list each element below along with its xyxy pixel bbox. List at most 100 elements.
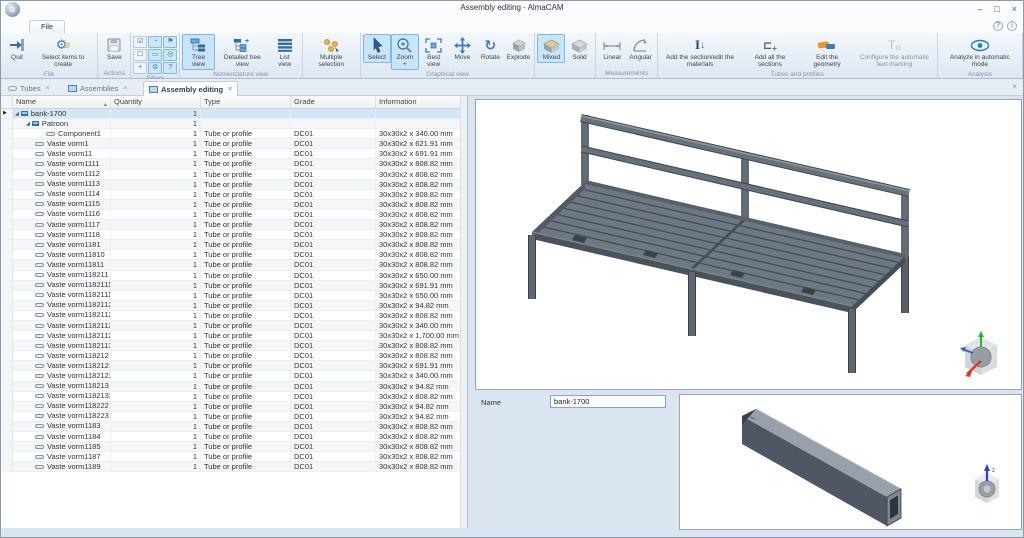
angular-measure-button[interactable]: Angular — [626, 34, 654, 63]
table-scrollbar[interactable] — [460, 96, 467, 528]
table-row[interactable]: Vaste vorm118211241Tube or profileDC0130… — [1, 331, 461, 341]
select-button[interactable]: Select — [363, 34, 391, 63]
analyze-automatic-button[interactable]: Analyze in automatic mode — [940, 34, 1020, 70]
tab-close-icon[interactable]: × — [228, 86, 232, 93]
select-items-to-create-button[interactable]: ⚙⚙ Select items to create — [31, 34, 95, 70]
zoom-plus-button[interactable]: Zoom + — [391, 34, 419, 70]
table-row[interactable]: Vaste vorm11821121Tube or profileDC0130x… — [1, 301, 461, 311]
table-row[interactable]: Vaste vorm11161Tube or profileDC0130x30x… — [1, 210, 461, 220]
row-gutter — [1, 371, 13, 381]
column-header-name[interactable]: Name ▲ — [13, 96, 111, 108]
table-row[interactable]: Vaste vorm11821111Tube or profileDC0130x… — [1, 281, 461, 291]
tab-close-icon[interactable]: × — [123, 85, 127, 92]
multiple-selection-button[interactable]: Multiple selection — [305, 34, 358, 70]
filter-toggle[interactable]: ? — [163, 62, 177, 74]
column-header-grade[interactable]: Grade — [291, 96, 376, 108]
filter-toggle[interactable]: ◔ — [148, 36, 162, 48]
table-row[interactable]: Vaste vorm11Tube or profileDC0130x30x2 x… — [1, 139, 461, 149]
table-row[interactable]: Vaste vorm11851Tube or profileDC0130x30x… — [1, 442, 461, 452]
expander-icon[interactable]: ◢ — [15, 109, 19, 119]
section-material-icon: I ↓ — [695, 36, 705, 54]
doc-tab-assembly-editing[interactable]: Assembly editing × — [143, 81, 238, 96]
rotate-button[interactable]: ↻ Rotate — [476, 34, 504, 63]
table-row[interactable]: Vaste vorm11821321Tube or profileDC0130x… — [1, 392, 461, 402]
table-row[interactable]: Vaste vorm11131Tube or profileDC0130x30x… — [1, 180, 461, 190]
cell-type: Tube or profile — [201, 180, 291, 190]
maximize-button[interactable]: □ — [994, 2, 999, 16]
help-button[interactable]: ? — [993, 21, 1003, 31]
tab-file[interactable]: File — [29, 20, 65, 33]
group-label-file: File — [3, 70, 95, 79]
list-view-button[interactable]: List view — [270, 34, 300, 70]
table-row[interactable]: Vaste vorm11171Tube or profileDC0130x30x… — [1, 220, 461, 230]
table-row[interactable]: ▶◢bank-17001 — [1, 109, 461, 119]
cell-grade: DC01 — [291, 462, 376, 472]
edit-geometry-button[interactable]: Edit the geometry — [800, 34, 855, 70]
move-button[interactable]: Move — [448, 34, 476, 63]
table-row[interactable]: ◢Patroon1 — [1, 119, 461, 129]
table-row[interactable]: Vaste vorm1182111Tube or profileDC0130x3… — [1, 271, 461, 281]
add-section-button[interactable]: I ↓ Add the section/edit the materials — [660, 34, 740, 70]
column-header-type[interactable]: Type — [201, 96, 291, 108]
save-button[interactable]: Save — [100, 34, 128, 63]
table-row[interactable]: Vaste vorm11821211Tube or profileDC0130x… — [1, 361, 461, 371]
cell-information: 30x30x2 x 808.82 mm — [376, 392, 461, 402]
mixed-button[interactable]: Mixed — [537, 34, 565, 63]
table-row[interactable]: Vaste vorm11111Tube or profileDC0130x30x… — [1, 159, 461, 169]
table-row[interactable]: Vaste vorm11141Tube or profileDC0130x30x… — [1, 190, 461, 200]
orientation-cube-widget[interactable]: z — [969, 463, 1005, 509]
table-row[interactable]: Vaste vorm1182131Tube or profileDC0130x3… — [1, 382, 461, 392]
table-row[interactable]: Vaste vorm1182231Tube or profileDC0130x3… — [1, 412, 461, 422]
assembly-name-input[interactable] — [550, 395, 666, 408]
component-3d-viewport[interactable]: z — [679, 394, 1022, 530]
doc-tab-assemblies[interactable]: Assemblies × — [63, 81, 132, 96]
table-row[interactable]: Vaste vorm118101Tube or profileDC0130x30… — [1, 250, 461, 260]
minimize-button[interactable]: – — [977, 2, 982, 16]
table-row[interactable]: Vaste vorm11871Tube or profileDC0130x30x… — [1, 452, 461, 462]
add-all-sections-button[interactable]: ⊏ + Add all the sections — [740, 34, 800, 70]
filter-toggle[interactable]: ☐ — [133, 49, 147, 61]
panel-close-icon[interactable]: × — [1012, 82, 1017, 91]
table-row[interactable]: Vaste vorm118211111Tube or profileDC0130… — [1, 291, 461, 301]
table-row[interactable]: Component11Tube or profileDC0130x30x2 x … — [1, 129, 461, 139]
cell-name: Vaste vorm1182122 — [13, 371, 111, 381]
table-row[interactable]: Vaste vorm118111Tube or profileDC0130x30… — [1, 260, 461, 270]
info-button[interactable]: i — [1007, 21, 1017, 31]
filter-toggle[interactable]: + — [133, 62, 147, 74]
filter-toggle[interactable]: ◎ — [163, 49, 177, 61]
filter-toggle[interactable]: ☑ — [133, 36, 147, 48]
table-row[interactable]: Vaste vorm1182221Tube or profileDC0130x3… — [1, 402, 461, 412]
column-header-quantity[interactable]: Quantity — [111, 96, 201, 108]
solid-button[interactable]: Solid — [565, 34, 593, 63]
table-row[interactable]: Vaste vorm11121Tube or profileDC0130x30x… — [1, 170, 461, 180]
table-row[interactable]: Vaste vorm11891Tube or profileDC0130x30x… — [1, 462, 461, 472]
table-row[interactable]: Vaste vorm118211221Tube or profileDC0130… — [1, 311, 461, 321]
table-row[interactable]: Vaste vorm118211231Tube or profileDC0130… — [1, 321, 461, 331]
detailed-tree-view-button[interactable]: + Detailed tree view — [215, 34, 270, 70]
expander-icon[interactable]: ◢ — [26, 119, 30, 129]
quit-button[interactable]: Quit — [3, 34, 31, 63]
table-row[interactable]: Vaste vorm11811Tube or profileDC0130x30x… — [1, 240, 461, 250]
table-row[interactable]: Vaste vorm11821131Tube or profileDC0130x… — [1, 341, 461, 351]
table-row[interactable]: Vaste vorm11821221Tube or profileDC0130x… — [1, 371, 461, 381]
column-header-information[interactable]: Information — [376, 96, 461, 108]
filter-toggle[interactable]: ⚙ — [148, 62, 162, 74]
cell-grade: DC01 — [291, 159, 376, 169]
filter-toggle[interactable]: ⚑ — [163, 36, 177, 48]
filter-toggle[interactable]: ▭ — [148, 49, 162, 61]
table-row[interactable]: Vaste vorm11151Tube or profileDC0130x30x… — [1, 200, 461, 210]
table-row[interactable]: Vaste vorm11181Tube or profileDC0130x30x… — [1, 230, 461, 240]
explode-button[interactable]: Explode — [504, 34, 532, 63]
table-row[interactable]: Vaste vorm11841Tube or profileDC0130x30x… — [1, 432, 461, 442]
doc-tab-tubes[interactable]: Tubes × — [3, 81, 55, 96]
tree-view-button[interactable]: Tree view — [182, 34, 215, 70]
table-row[interactable]: Vaste vorm111Tube or profileDC0130x30x2 … — [1, 149, 461, 159]
orientation-cube-widget[interactable] — [957, 329, 1005, 381]
linear-measure-button[interactable]: Linear — [598, 34, 626, 63]
best-view-button[interactable]: Best view — [419, 34, 449, 70]
assembly-3d-viewport[interactable] — [475, 99, 1022, 390]
tab-close-icon[interactable]: × — [46, 85, 50, 92]
table-row[interactable]: Vaste vorm1182121Tube or profileDC0130x3… — [1, 351, 461, 361]
close-button[interactable]: × — [1012, 2, 1017, 16]
table-row[interactable]: Vaste vorm11831Tube or profileDC0130x30x… — [1, 422, 461, 432]
